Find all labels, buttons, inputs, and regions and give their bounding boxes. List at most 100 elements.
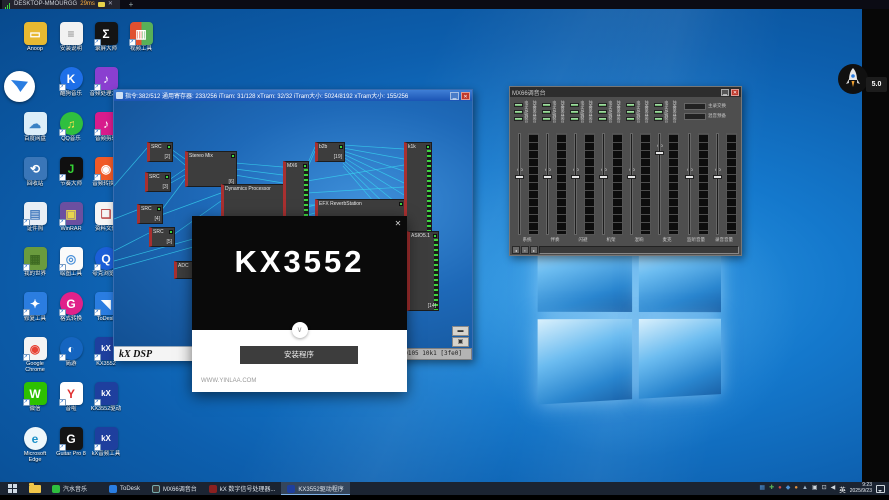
node-port-icon[interactable] (165, 175, 169, 179)
dsp-node-src[interactable]: SRC[3] (145, 172, 171, 192)
tray-icon[interactable]: ◆ (786, 482, 791, 495)
chevron-down-icon[interactable]: ∨ (292, 322, 308, 338)
new-tab-button[interactable]: + (126, 0, 136, 9)
node-port-icon[interactable] (433, 234, 437, 238)
tray-icon[interactable]: ● (794, 482, 798, 495)
fader-track[interactable] (546, 133, 549, 235)
monitor-icon[interactable]: ⊡ (822, 482, 827, 495)
dsp-title-bar[interactable]: 指令:382/512 通用寄存器: 233/256 iTram: 31/128 … (114, 90, 472, 101)
dsp-folder-button[interactable]: ▣ (452, 337, 469, 347)
channel-button[interactable] (598, 117, 607, 121)
channel-button[interactable] (598, 110, 607, 114)
node-port-icon[interactable] (157, 207, 161, 211)
dsp-node-src[interactable]: SRC[2] (147, 142, 173, 162)
screenshot-icon[interactable] (98, 2, 105, 7)
channel-button[interactable] (542, 110, 551, 114)
desktop-icon[interactable]: ▤证件照 (18, 202, 52, 232)
dsp-node-b2b[interactable]: b2b[19] (315, 142, 345, 162)
fader-handle[interactable] (543, 175, 552, 179)
dsp-node-asio[interactable]: ASIO5.1[14] (407, 231, 439, 311)
desktop-icon[interactable]: ♫QQ音乐 (54, 112, 88, 142)
channel-button[interactable] (514, 110, 523, 114)
tray-icon[interactable]: ▣ (812, 482, 818, 495)
tray-icon[interactable]: ✚ (769, 482, 774, 495)
close-icon[interactable]: ✕ (393, 219, 403, 229)
channel-button[interactable] (598, 103, 607, 107)
fader-handle[interactable] (685, 175, 694, 179)
todesk-floating-ball[interactable] (4, 71, 35, 102)
desktop-icon[interactable]: W微信 (18, 382, 52, 412)
dsp-tool-button[interactable]: ▬ (452, 326, 469, 336)
fader-track[interactable] (630, 133, 633, 235)
ime-indicator[interactable]: 英 (839, 484, 846, 494)
desktop-icon[interactable]: J节奏大师 (54, 157, 88, 187)
channel-button[interactable] (514, 103, 523, 107)
task-mx66-mixer[interactable]: MX66调音台 (146, 482, 203, 495)
channel-button[interactable] (514, 117, 523, 121)
channel-button[interactable] (570, 117, 579, 121)
file-explorer-button[interactable] (24, 482, 46, 495)
node-port-icon[interactable] (339, 145, 343, 149)
status-button[interactable]: ▸ (530, 246, 538, 254)
fader-handle[interactable] (571, 175, 580, 179)
desktop-icon[interactable]: ◐简游 (54, 337, 88, 367)
close-button[interactable]: ✕ (731, 89, 739, 96)
close-button[interactable]: ✕ (461, 92, 470, 100)
desktop-icon[interactable]: ▭Anoop (18, 22, 52, 52)
install-button[interactable]: 安装程序 (240, 346, 358, 364)
fader-track[interactable] (574, 133, 577, 235)
channel-button[interactable] (542, 103, 551, 107)
node-ports[interactable] (434, 239, 438, 310)
fader-track[interactable] (518, 133, 521, 235)
desktop-icon[interactable]: kXKX3552驱动 (89, 382, 123, 412)
desktop-icon[interactable]: eMicrosoft Edge (18, 427, 52, 463)
task-todesk[interactable]: ToDesk (103, 482, 146, 495)
channel-button[interactable] (542, 117, 551, 121)
dsp-node-stereo-mix[interactable]: Stereo Mix[6] (185, 151, 237, 187)
node-port-icon[interactable] (167, 145, 171, 149)
tray-icon[interactable]: ▦ (759, 482, 765, 495)
task-kx-dsp[interactable]: kX 数字信号处理器... (203, 482, 282, 495)
channel-button[interactable] (570, 110, 579, 114)
minimize-button[interactable]: ▁ (450, 92, 459, 100)
desktop-icon[interactable]: ✦修复工具 (18, 292, 52, 322)
node-port-icon[interactable] (303, 164, 307, 168)
node-port-icon[interactable] (399, 202, 403, 206)
notification-center-icon[interactable] (876, 485, 885, 493)
desktop-icon[interactable]: K酷狗音乐 (54, 67, 88, 97)
desktop-icon[interactable]: ≡安装说明 (54, 22, 88, 52)
desktop-icon[interactable]: ◎绘图工具 (54, 247, 88, 277)
fader-handle[interactable] (599, 175, 608, 179)
task-kx3552-installer[interactable]: KX3552驱动程序 (281, 482, 349, 495)
node-port-icon[interactable] (231, 154, 235, 158)
mix-arm-button[interactable] (684, 113, 706, 120)
desktop-icon[interactable]: Σ录屏大师 (89, 22, 123, 52)
desktop-icon[interactable]: GGuitar Pro 8 (54, 427, 88, 457)
fader-track[interactable] (602, 133, 605, 235)
start-button[interactable] (0, 482, 24, 495)
channel-button[interactable] (654, 103, 663, 107)
desktop-icon[interactable]: ▥视频工具 (124, 22, 158, 52)
fader-handle[interactable] (655, 151, 664, 155)
channel-button[interactable] (626, 103, 635, 107)
channel-button[interactable] (626, 117, 635, 121)
fader-track[interactable] (716, 133, 719, 235)
remote-session-tab[interactable]: DESKTOP-MMOURGG 29ms ✕ (2, 0, 120, 9)
fader-track[interactable] (688, 133, 691, 235)
booster-overlay[interactable] (838, 62, 868, 96)
dsp-node-src[interactable]: SRC[5] (149, 227, 175, 247)
taskbar-app-soda-music[interactable]: 汽水音乐 (46, 482, 93, 495)
status-button[interactable]: ▪ (521, 246, 529, 254)
channel-button[interactable] (626, 110, 635, 114)
desktop-icon[interactable]: ▣WinRAR (54, 202, 88, 232)
dsp-node-src[interactable]: SRC[4] (137, 204, 163, 224)
fader-track[interactable] (658, 133, 661, 235)
tray-icon[interactable]: ● (778, 482, 782, 495)
tab-close-icon[interactable]: ✕ (108, 0, 113, 9)
tray-icon[interactable]: ▲ (802, 482, 808, 495)
desktop-icon[interactable]: ⟲回收站 (18, 157, 52, 187)
channel-button[interactable] (654, 117, 663, 121)
master-swap-button[interactable] (684, 103, 706, 110)
status-button[interactable]: ◂ (512, 246, 520, 254)
taskbar-clock[interactable]: 9:23 2025/9/23 (850, 483, 872, 494)
